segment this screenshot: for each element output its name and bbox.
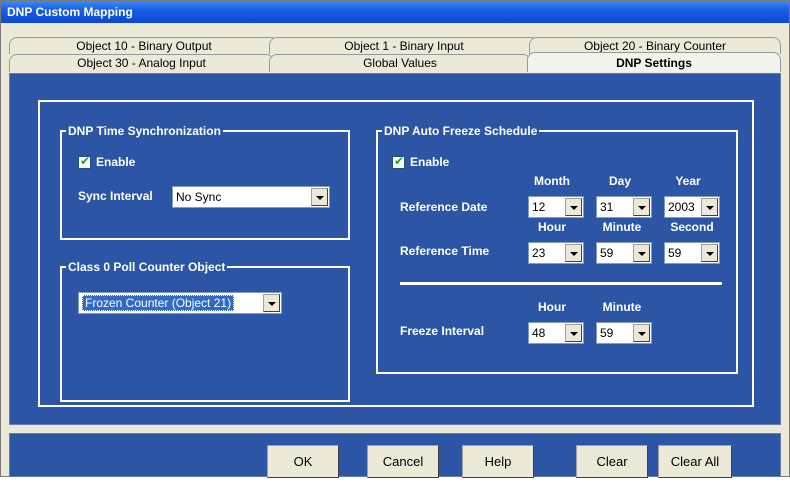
time-sync-enable-label: Enable [96, 155, 136, 169]
time-sync-group: DNP Time Synchronization Enable Sync Int… [60, 123, 350, 240]
reference-day-value: 31 [600, 200, 614, 214]
chevron-down-icon[interactable] [263, 294, 280, 312]
tab-row-front: Object 30 - Analog Input Global Values D… [1, 52, 789, 72]
reference-month-select[interactable]: 12 [528, 196, 584, 218]
interval-hour-header: Hour [538, 300, 566, 314]
cancel-button[interactable]: Cancel [367, 445, 439, 478]
year-header: Year [675, 174, 701, 188]
reference-hour-select[interactable]: 23 [528, 242, 584, 264]
time-minute-header: Minute [602, 220, 642, 234]
freeze-interval-label: Freeze Interval [400, 324, 485, 338]
reference-year-value: 2003 [668, 200, 695, 214]
month-header: Month [534, 174, 570, 188]
chevron-down-icon[interactable] [565, 198, 582, 216]
clear-button[interactable]: Clear [576, 445, 648, 478]
reference-month-value: 12 [532, 200, 546, 214]
freeze-interval-hour-select[interactable]: 48 [528, 322, 584, 344]
reference-minute-value: 59 [600, 246, 614, 260]
tab-object-10-binary-output[interactable]: Object 10 - Binary Output [9, 37, 279, 54]
day-header: Day [608, 174, 631, 188]
class0-poll-group: Class 0 Poll Counter Object Frozen Count… [60, 259, 350, 402]
tab-dnp-settings[interactable]: DNP Settings [527, 52, 781, 72]
reference-minute-select[interactable]: 59 [596, 242, 652, 264]
reference-day-select[interactable]: 31 [596, 196, 652, 218]
time-second-header: Second [670, 220, 714, 234]
tab-global-values[interactable]: Global Values [269, 54, 531, 72]
chevron-down-icon[interactable] [701, 244, 718, 262]
tab-object-1-binary-input[interactable]: Object 1 - Binary Input [269, 37, 539, 54]
auto-freeze-enable-checkbox[interactable] [392, 154, 405, 169]
button-bar: OK Cancel Help Clear Clear All [9, 433, 781, 478]
sync-interval-select[interactable]: No Sync [172, 186, 330, 208]
interval-minute-header: Minute [602, 300, 642, 314]
help-button[interactable]: Help [462, 445, 534, 478]
auto-freeze-group: DNP Auto Freeze Schedule Enable Month Da… [376, 123, 738, 374]
time-sync-enable-checkbox[interactable] [78, 154, 91, 169]
freeze-interval-hour-value: 48 [532, 326, 546, 340]
dnp-settings-panel: DNP Time Synchronization Enable Sync Int… [9, 73, 781, 425]
reference-second-value: 59 [668, 246, 682, 260]
chevron-down-icon[interactable] [633, 244, 650, 262]
time-sync-title: DNP Time Synchronization [66, 123, 223, 139]
clear-all-button[interactable]: Clear All [658, 445, 732, 478]
chevron-down-icon[interactable] [565, 244, 582, 262]
sync-interval-value: No Sync [176, 190, 222, 204]
chevron-down-icon[interactable] [311, 188, 328, 206]
class0-poll-title: Class 0 Poll Counter Object [66, 259, 228, 275]
chevron-down-icon[interactable] [701, 198, 718, 216]
title-bar: DNP Custom Mapping [1, 1, 789, 23]
chevron-down-icon[interactable] [633, 198, 650, 216]
sync-interval-label: Sync Interval [78, 189, 153, 203]
class0-poll-select[interactable]: Frozen Counter (Object 21) [78, 292, 282, 314]
auto-freeze-title: DNP Auto Freeze Schedule [382, 123, 540, 139]
class0-poll-value: Frozen Counter (Object 21) [82, 295, 235, 311]
tab-object-30-analog-input[interactable]: Object 30 - Analog Input [9, 54, 274, 72]
ok-button[interactable]: OK [267, 445, 339, 478]
reference-second-select[interactable]: 59 [664, 242, 720, 264]
freeze-interval-minute-value: 59 [600, 326, 614, 340]
chevron-down-icon[interactable] [565, 324, 582, 342]
time-hour-header: Hour [538, 220, 566, 234]
freeze-interval-minute-select[interactable]: 59 [596, 322, 652, 344]
auto-freeze-enable-label: Enable [410, 155, 450, 169]
dnp-custom-mapping-window: DNP Custom Mapping Object 10 - Binary Ou… [0, 0, 790, 478]
chevron-down-icon[interactable] [633, 324, 650, 342]
reference-time-label: Reference Time [400, 244, 490, 258]
freeze-divider [400, 282, 722, 285]
reference-hour-value: 23 [532, 246, 546, 260]
reference-date-label: Reference Date [400, 200, 488, 214]
reference-year-select[interactable]: 2003 [664, 196, 720, 218]
